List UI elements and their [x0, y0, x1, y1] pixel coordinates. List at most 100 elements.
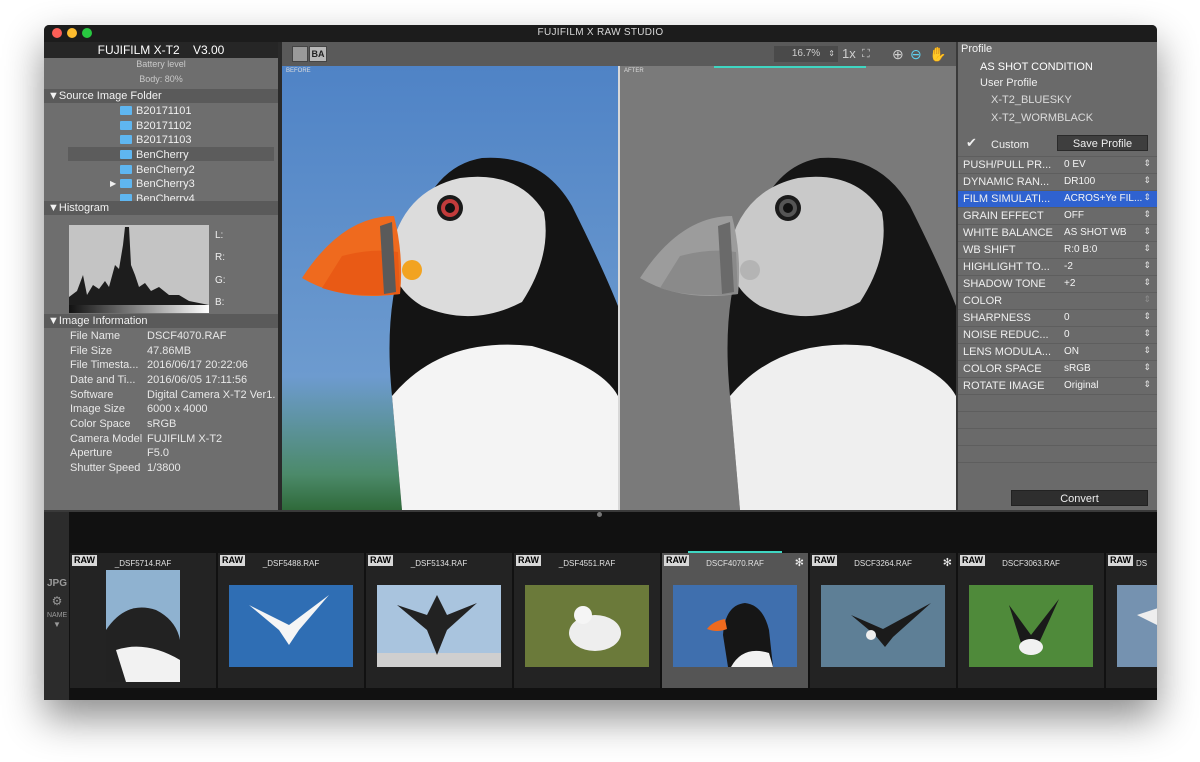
thumbnail[interactable]: RAW _DSF5134.RAF	[366, 553, 512, 688]
param-row[interactable]: NOISE REDUC... 0 ⇕	[958, 326, 1157, 343]
thumbnail-image	[673, 585, 797, 667]
title-bar: FUJIFILM X RAW STUDIO	[44, 25, 1157, 42]
stepper-icon[interactable]: ⇕	[1143, 192, 1151, 203]
parameter-list: PUSH/PULL PR... 0 EV ⇕ DYNAMIC RAN... DR100…	[958, 156, 1157, 476]
folder-icon	[120, 179, 132, 188]
source-folder-header[interactable]: ▼Source Image Folder	[44, 89, 278, 103]
info-key: File Size	[70, 345, 113, 357]
camera-model-label: FUJIFILM X-T2 V3.00	[44, 42, 278, 58]
folder-icon	[120, 106, 132, 115]
param-row[interactable]: PUSH/PULL PR... 0 EV ⇕	[958, 156, 1157, 173]
zoom-in-icon[interactable]: ⊕	[892, 45, 904, 63]
before-after-button[interactable]: BA	[309, 46, 327, 62]
zoom-level-field[interactable]: 16.7% ⇕	[774, 46, 838, 62]
stepper-icon: ⇕	[1143, 294, 1151, 304]
jpg-filter-button[interactable]: JPG	[47, 578, 67, 589]
folder-item[interactable]: B20171102	[120, 119, 191, 133]
param-row-selected[interactable]: FILM SIMULATI... ACROS+Ye FIL... ⇕	[958, 190, 1157, 207]
stepper-icon[interactable]: ⇕	[1143, 209, 1151, 220]
thumbnail-image	[106, 570, 180, 682]
param-row[interactable]: COLOR SPACE sRGB ⇕	[958, 360, 1157, 377]
param-row[interactable]: WB SHIFT R:0 B:0 ⇕	[958, 241, 1157, 258]
convert-button[interactable]: Convert	[1011, 490, 1148, 506]
before-label: BEFORE	[286, 68, 311, 74]
thumbnail-image	[969, 585, 1093, 667]
thumbnail-image	[821, 585, 945, 667]
save-profile-button[interactable]: Save Profile	[1057, 135, 1148, 151]
hist-channel-r: R:	[215, 252, 225, 263]
folder-item[interactable]: B20171101	[120, 104, 191, 118]
disclosure-triangle-icon[interactable]: ▶	[110, 177, 116, 191]
info-key: Date and Ti...	[70, 374, 136, 386]
sort-icon[interactable]: ⚙	[47, 594, 67, 608]
thumbnail[interactable]: RAW _DSF4551.RAF	[514, 553, 660, 688]
stepper-icon[interactable]: ⇕	[1143, 277, 1151, 288]
checkmark-icon: ✔	[966, 135, 977, 150]
param-row[interactable]: GRAIN EFFECT OFF ⇕	[958, 207, 1157, 224]
battery-label: Battery level	[136, 59, 186, 69]
info-value: 2016/06/05 17:11:56	[147, 374, 248, 386]
thumbnail-selected[interactable]: RAW DSCF4070.RAF ✻	[662, 551, 808, 688]
folder-item[interactable]: BenCherry4	[120, 192, 195, 201]
before-image[interactable]	[282, 66, 618, 510]
thumbnail[interactable]: RAW DSCF3264.RAF ✻	[810, 553, 956, 688]
stepper-icon[interactable]: ⇕	[1143, 345, 1151, 356]
chevron-down-icon[interactable]: ▼	[47, 620, 67, 629]
filmstrip-resize-handle[interactable]	[597, 512, 602, 517]
single-view-button[interactable]	[292, 46, 308, 62]
one-to-one-button[interactable]: 1x	[842, 45, 856, 63]
thumbnail[interactable]: RAW DS	[1106, 553, 1157, 688]
sort-by-name-button[interactable]: NAME	[47, 612, 67, 619]
left-panel: FUJIFILM X-T2 V3.00 Battery level Body: …	[44, 42, 278, 510]
thumbnail-filename: DSCF4070.RAF	[706, 559, 764, 568]
stepper-icon[interactable]: ⇕	[1143, 226, 1151, 237]
folder-icon	[120, 121, 132, 130]
stepper-icon[interactable]: ⇕	[1143, 362, 1151, 373]
thumbnail-filename: DSCF3264.RAF	[854, 559, 912, 568]
hist-channel-g: G:	[215, 275, 226, 286]
folder-item[interactable]: ▶ BenCherry3	[110, 177, 195, 191]
raw-badge: RAW	[1108, 555, 1133, 566]
after-image[interactable]	[620, 66, 956, 510]
puffin-wings-photo	[1009, 599, 1059, 655]
hand-tool-icon[interactable]: ✋	[929, 45, 946, 63]
zoom-stepper-icon[interactable]: ⇕	[828, 46, 835, 62]
param-row[interactable]: HIGHLIGHT TO... -2 ⇕	[958, 258, 1157, 275]
thumbnail[interactable]: RAW DSCF3063.RAF	[958, 553, 1104, 688]
profile-item[interactable]: X-T2_BLUESKY	[991, 94, 1072, 106]
thumbnail-progress-bar	[688, 551, 782, 553]
filmstrip: JPG ⚙ NAME ▼ RAW _DSF5714.RAF RAW _DSF54…	[44, 512, 1157, 700]
zoom-out-icon[interactable]: ⊖	[910, 45, 922, 63]
param-row[interactable]: SHARPNESS 0 ⇕	[958, 309, 1157, 326]
param-row[interactable]: DYNAMIC RAN... DR100 ⇕	[958, 173, 1157, 190]
histogram-graph	[69, 227, 209, 313]
puffin-flight-photo	[851, 603, 931, 647]
fit-screen-icon[interactable]: ⛶	[862, 45, 870, 63]
param-row: COLOR ⇕	[958, 292, 1157, 309]
as-shot-condition-item[interactable]: AS SHOT CONDITION	[980, 61, 1093, 73]
render-progress-bar	[714, 66, 866, 68]
info-value: Digital Camera X-T2 Ver1.	[147, 389, 276, 401]
histogram-header[interactable]: ▼Histogram	[44, 201, 278, 215]
stepper-icon[interactable]: ⇕	[1143, 158, 1151, 169]
param-row[interactable]: LENS MODULA... ON ⇕	[958, 343, 1157, 360]
custom-profile-item[interactable]: Custom	[991, 139, 1029, 151]
thumbnail[interactable]: RAW _DSF5714.RAF	[70, 553, 216, 688]
folder-item[interactable]: BenCherry2	[120, 163, 195, 177]
folder-icon	[120, 150, 132, 159]
param-row-empty	[958, 445, 1157, 462]
param-row[interactable]: ROTATE IMAGE Original ⇕	[958, 377, 1157, 394]
stepper-icon[interactable]: ⇕	[1143, 379, 1151, 390]
profile-item[interactable]: X-T2_WORMBLACK	[991, 112, 1093, 124]
image-info-header[interactable]: ▼Image Information	[44, 314, 278, 328]
param-row[interactable]: WHITE BALANCE AS SHOT WB ⇕	[958, 224, 1157, 241]
param-row[interactable]: SHADOW TONE +2 ⇕	[958, 275, 1157, 292]
folder-item[interactable]: B20171103	[120, 133, 191, 147]
thumbnail[interactable]: RAW _DSF5488.RAF	[218, 553, 364, 688]
stepper-icon[interactable]: ⇕	[1143, 328, 1151, 339]
stepper-icon[interactable]: ⇕	[1143, 175, 1151, 186]
folder-item-selected[interactable]: BenCherry	[120, 148, 189, 162]
stepper-icon[interactable]: ⇕	[1143, 311, 1151, 322]
stepper-icon[interactable]: ⇕	[1143, 260, 1151, 271]
stepper-icon[interactable]: ⇕	[1143, 243, 1151, 254]
